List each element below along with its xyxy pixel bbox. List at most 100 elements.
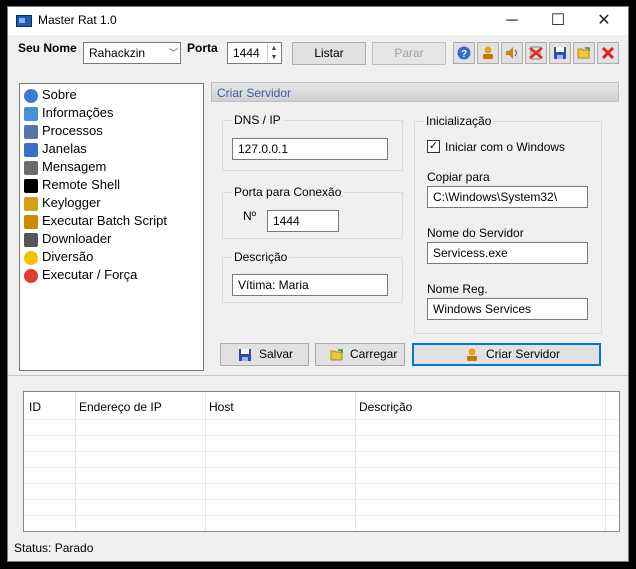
dns-input[interactable]: 127.0.0.1 <box>232 138 388 160</box>
builder-icon <box>467 348 477 361</box>
name-select-value: Rahackzin <box>89 46 146 60</box>
clients-listview[interactable]: ID Endereço de IP Host Descrição <box>23 391 620 532</box>
builder-button[interactable] <box>477 42 499 64</box>
builder-icon <box>483 46 493 59</box>
tree-item-label: Mensagem <box>42 159 107 174</box>
panel-header: Criar Servidor <box>211 82 619 102</box>
stop-button[interactable]: Parar <box>372 42 446 65</box>
name-select[interactable]: Rahackzin ﹀ <box>83 42 181 64</box>
column-divider <box>75 392 76 531</box>
column-divider <box>605 392 606 531</box>
tree-item-label: Janelas <box>42 141 87 156</box>
reg-name-label: Nome Reg. <box>427 282 488 296</box>
server-name-input[interactable]: Servicess.exe <box>427 242 588 264</box>
column-host[interactable]: Host <box>209 400 234 414</box>
tree-item-label: Diversão <box>42 249 94 264</box>
row-line <box>24 467 619 468</box>
row-line <box>24 435 619 436</box>
copy-to-label: Copiar para <box>427 170 490 184</box>
save-config-label: Salvar <box>259 347 294 361</box>
tree-item-label: Processos <box>42 123 103 138</box>
help-button[interactable]: ? <box>453 42 475 64</box>
startup-checkbox[interactable]: ✓ <box>427 140 440 153</box>
startup-checkbox-label[interactable]: Iniciar com o Windows <box>445 140 565 154</box>
sound-icon <box>506 47 517 59</box>
port-spinner[interactable]: 1444 ▲ ▼ <box>227 42 282 64</box>
open-button[interactable] <box>573 42 595 64</box>
tree-item-label: Executar Batch Script <box>42 213 167 228</box>
tree-item-label: Sobre <box>42 87 77 102</box>
terminal-icon <box>24 179 38 193</box>
tree-item-label: Informações <box>42 105 114 120</box>
tree-item-label: Keylogger <box>42 195 101 210</box>
startup-label: Inicialização <box>424 114 494 128</box>
separator <box>8 375 628 376</box>
port-number-label: Nº <box>243 209 257 223</box>
save-config-button[interactable]: Salvar <box>220 343 309 366</box>
window-title: Master Rat 1.0 <box>38 13 117 27</box>
close-app-button[interactable] <box>597 42 619 64</box>
row-line <box>24 419 619 420</box>
load-config-button[interactable]: Carregar <box>315 343 405 366</box>
function-tree[interactable]: Sobre Informações Processos Janelas Mensagem… <box>19 83 204 371</box>
open-folder-icon <box>330 349 343 361</box>
close-button[interactable]: ✕ <box>581 7 627 35</box>
svg-text:?: ? <box>461 49 467 60</box>
row-line <box>24 499 619 500</box>
column-ip[interactable]: Endereço de IP <box>79 400 162 414</box>
windows-icon <box>24 143 38 157</box>
column-divider <box>205 392 206 531</box>
description-input[interactable]: Vítima: Maria <box>232 274 388 296</box>
sound-button[interactable] <box>501 42 523 64</box>
message-icon <box>24 161 38 175</box>
description-label: Descrição <box>232 250 290 264</box>
delete-icon <box>529 46 543 60</box>
reg-name-input[interactable]: Windows Services <box>427 298 588 320</box>
load-config-label: Carregar <box>350 347 398 361</box>
phone-icon <box>24 233 38 247</box>
save-icon <box>239 349 251 361</box>
row-line <box>24 515 619 516</box>
title-bar[interactable]: Master Rat 1.0 ─ ☐ ✕ <box>8 7 628 35</box>
tree-item-label: Executar / Força <box>42 267 138 282</box>
name-label: Seu Nome <box>18 41 77 55</box>
row-line <box>24 483 619 484</box>
save-button-top[interactable] <box>549 42 571 64</box>
dns-label: DNS / IP <box>232 113 283 127</box>
minimize-button[interactable]: ─ <box>489 7 535 35</box>
app-icon <box>16 15 32 27</box>
row-line <box>24 451 619 452</box>
tree-item-label: Downloader <box>42 231 112 246</box>
open-folder-icon <box>577 47 590 59</box>
create-server-label: Criar Servidor <box>486 347 561 361</box>
connection-port-label: Porta para Conexão <box>232 185 344 199</box>
save-icon <box>554 47 566 59</box>
create-server-button[interactable]: Criar Servidor <box>412 343 601 366</box>
smiley-icon <box>24 251 38 265</box>
maximize-button[interactable]: ☐ <box>535 7 581 35</box>
close-icon <box>601 46 615 60</box>
pen-icon <box>24 197 38 211</box>
server-name-label: Nome do Servidor <box>427 226 524 240</box>
help-icon <box>24 89 38 103</box>
batch-icon <box>24 215 38 229</box>
warning-icon <box>24 269 38 283</box>
status-bar: Status: Parado <box>14 541 94 555</box>
tree-item-label: Remote Shell <box>42 177 121 192</box>
column-divider <box>355 392 356 531</box>
main-window: Master Rat 1.0 ─ ☐ ✕ Seu Nome Rahackzin … <box>7 6 629 562</box>
panel-header-title: Criar Servidor <box>217 86 292 100</box>
copy-to-input[interactable]: C:\Windows\System32\ <box>427 186 588 208</box>
spinner-arrows-icon[interactable]: ▲ ▼ <box>267 44 280 62</box>
list-button[interactable]: Listar <box>292 42 366 65</box>
port-label: Porta <box>187 41 218 55</box>
computer-icon <box>24 107 38 121</box>
list-icon <box>24 125 38 139</box>
help-icon: ? <box>457 46 471 60</box>
chevron-down-icon: ﹀ <box>168 48 178 58</box>
port-spinner-value: 1444 <box>233 46 260 60</box>
connection-port-input[interactable]: 1444 <box>267 210 339 232</box>
column-id[interactable]: ID <box>29 400 41 414</box>
column-description[interactable]: Descrição <box>359 400 412 414</box>
delete-button[interactable] <box>525 42 547 64</box>
